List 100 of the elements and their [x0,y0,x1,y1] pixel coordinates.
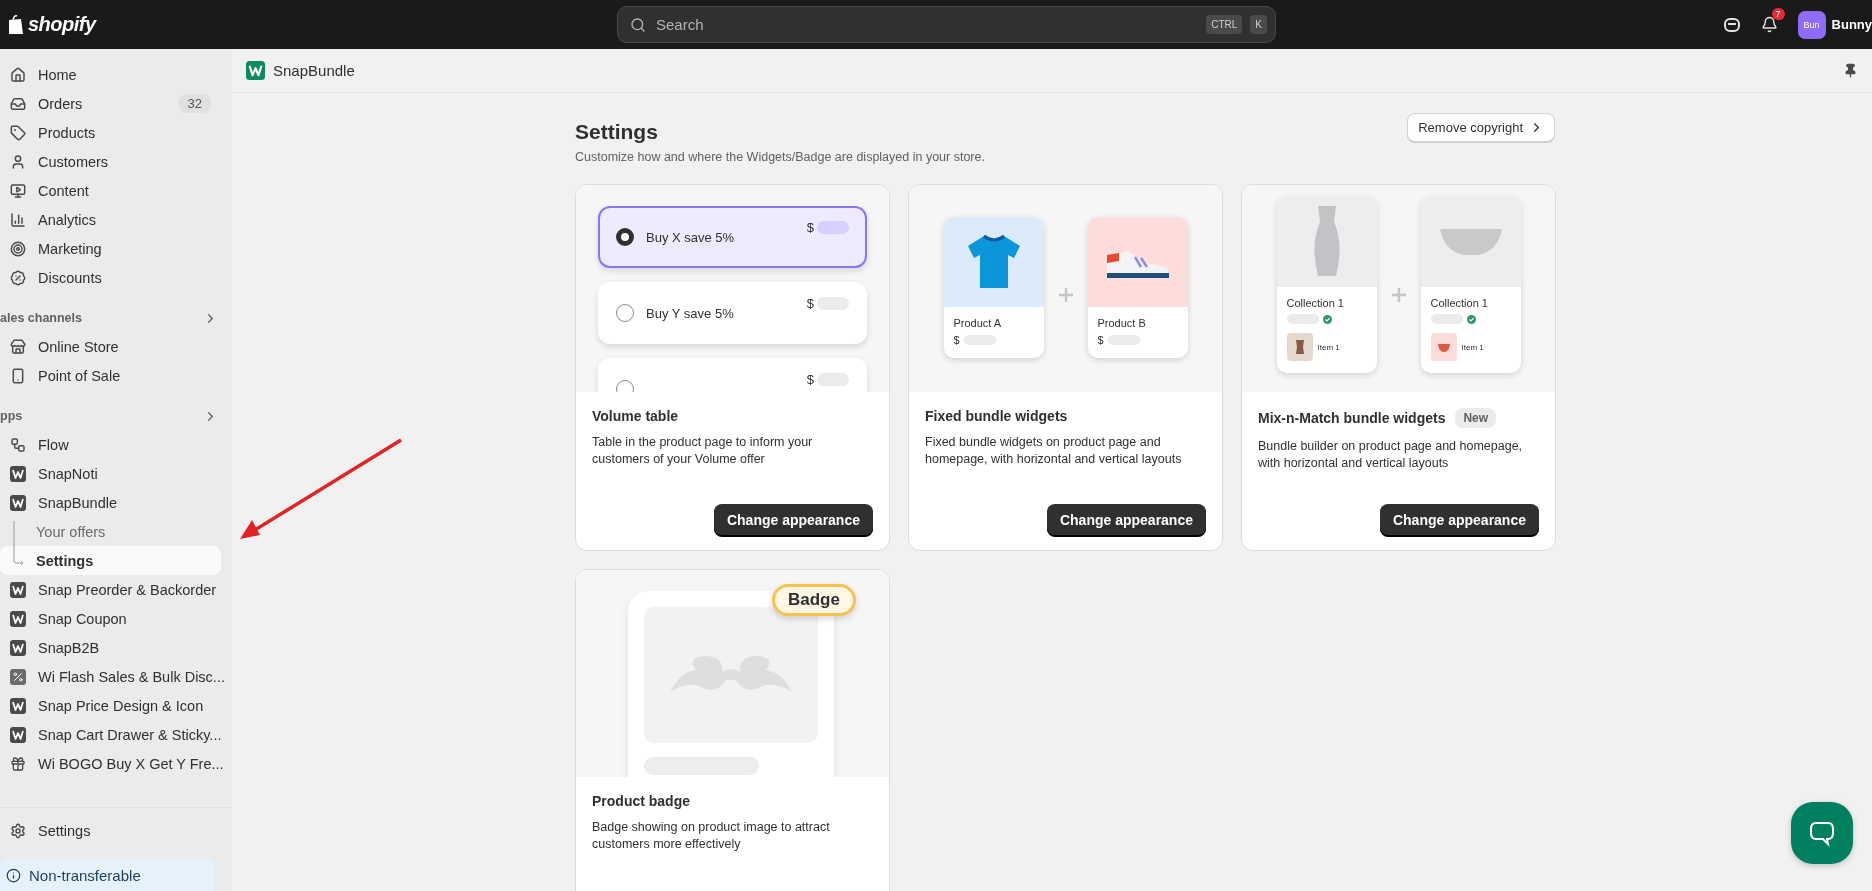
price-symbol: $ [806,220,814,235]
offer-option[interactable]: Buy Y save 5% $ [598,282,867,344]
shopping-bag-icon [8,14,24,35]
app-logo-icon [10,465,26,482]
nav-icon [10,66,26,83]
offer-option[interactable]: Buy X save 5% $ [598,206,867,268]
change-appearance-button[interactable]: Change appearance [713,504,873,536]
nav-subitem[interactable]: Settings [0,546,221,575]
info-icon [6,867,21,883]
avatar[interactable]: Bun [1797,10,1826,39]
option-label: Buy X save 5% [646,229,735,245]
app-logo-icon [10,697,26,714]
chat-button[interactable] [1791,802,1853,864]
app-icon [10,668,26,685]
page-subtitle: Customize how and where the Widgets/Badge are displayed in your store. [575,150,985,164]
page-title: Settings [575,120,659,144]
price-symbol: $ [1097,334,1104,346]
nav-item[interactable]: Wi BOGO Buy X Get Y Fre... [0,749,221,778]
collection-name: Collection 1 [1430,297,1489,309]
tree-line [13,521,25,567]
nav-icon [10,269,26,286]
store-icon [10,338,26,355]
chat-icon [1808,819,1836,847]
notification-icon[interactable] [1760,16,1778,33]
item-label: Item 1 [1317,342,1340,352]
nav-item[interactable]: SnapBundle [0,488,221,517]
nav-item[interactable]: Online Store [0,332,221,361]
card-title: Product badge [592,793,690,809]
app-logo-icon [10,610,26,627]
nav-item[interactable]: Analytics [0,205,221,234]
nav-item[interactable]: Point of Sale [0,361,221,390]
product-name: Product B [1097,317,1147,329]
price-placeholder [817,221,849,234]
change-appearance-button[interactable]: Change appearance [1046,504,1206,536]
nav-icon [10,124,26,141]
pin-icon[interactable] [1843,63,1858,78]
app-logo-icon [10,581,26,598]
nav-item[interactable]: Snap Preorder & Backorder [0,575,221,604]
badge-label: Badge [772,584,856,616]
notification-count: 7 [1771,8,1785,20]
radio-button[interactable] [616,228,634,246]
search-icon [630,16,646,33]
price-symbol: $ [806,296,814,311]
nav-item[interactable]: Home [0,60,221,89]
count-badge: 32 [178,94,211,113]
nav-item[interactable]: SnapNoti [0,459,221,488]
app-logo-icon [10,639,26,656]
nav-item[interactable]: SnapB2B [0,633,221,662]
nav-icon [10,182,26,199]
nav-item[interactable]: Settings [0,816,221,845]
nav-icon [10,822,26,839]
card-title: Volume table [592,408,679,424]
nav-item[interactable]: Customers [0,147,221,176]
plus-icon [1390,286,1407,303]
nav-item[interactable]: Snap Cart Drawer & Sticky... [0,720,221,749]
nav-item[interactable]: Flow [0,430,221,459]
card-title: Mix-n-Match bundle widgets [1258,410,1446,426]
card-title: Fixed bundle widgets [925,408,1068,424]
card-description: Fixed bundle widgets on product page and homepage, with horizontal and vertical layouts [925,434,1183,468]
notice-banner[interactable]: Non-transferable [0,859,215,891]
logo-text[interactable]: shopify [28,13,96,36]
nav-subitem[interactable]: Your offers [0,517,221,546]
app-icon [10,755,26,772]
search-field[interactable]: Search CTRL K [617,6,1276,43]
card-description: Bundle builder on product page and homepage, with horizontal and vertical layouts [1258,438,1524,472]
nav-item[interactable]: Products [0,118,221,147]
item-label: Item 1 [1461,342,1484,352]
nav-icon [10,240,26,257]
nav-icon [10,211,26,228]
app-title: SnapBundle [273,62,355,79]
keyboard-key: K [1250,15,1267,34]
search-input[interactable]: Search [654,15,1199,34]
phone-icon [10,367,26,384]
nav-item[interactable]: Orders 32 [0,89,221,118]
option-label: Buy Y save 5% [646,305,734,321]
price-symbol: $ [953,334,960,346]
section-heading: pps [0,409,23,423]
nav-item[interactable]: Content [0,176,221,205]
nav-item[interactable]: Snap Price Design & Icon [0,691,221,720]
new-tag: New [1455,408,1497,428]
nav-icon [10,153,26,170]
check-icon [1466,314,1476,324]
radio-button[interactable] [616,304,634,322]
nav-item[interactable]: Marketing [0,234,221,263]
nav-item[interactable]: Discounts [0,263,221,292]
offer-option[interactable]: $ [598,358,867,392]
app-logo-icon [10,726,26,743]
item-thumbnail [1430,333,1457,361]
card-description: Table in the product page to inform your customers of your Volume offer [592,434,814,468]
app-logo-icon [246,61,265,80]
product-name: Product A [953,317,1003,329]
flow-icon [10,436,26,453]
user-name[interactable]: Bunny [1831,17,1872,32]
keyboard-key: CTRL [1206,15,1243,34]
change-appearance-button[interactable]: Change appearance [1379,504,1539,536]
nav-item[interactable]: Snap Coupon [0,604,221,633]
remove-copyright-button[interactable]: Remove copyright [1407,113,1555,142]
nav-icon [10,95,26,112]
price-symbol: $ [806,372,814,387]
plus-icon [1057,286,1074,303]
